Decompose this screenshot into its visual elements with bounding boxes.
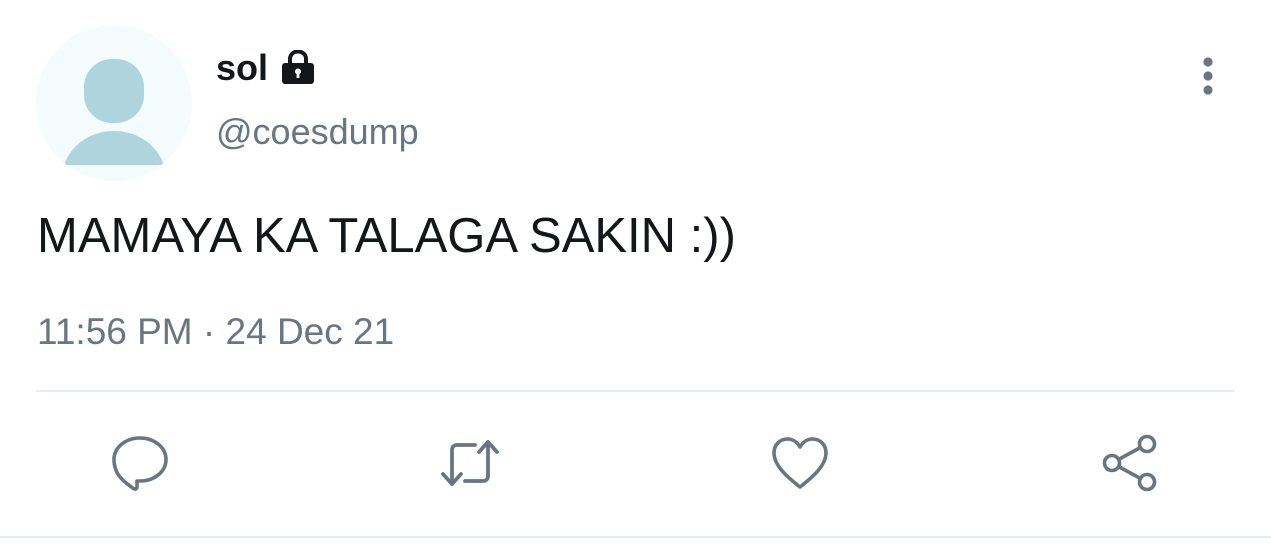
share-icon (1102, 434, 1157, 492)
user-name-row[interactable]: sol (216, 46, 318, 90)
share-button[interactable] (1099, 432, 1161, 494)
retweet-button[interactable] (439, 432, 501, 494)
user-handle[interactable]: @coesdump (216, 111, 419, 153)
reply-button[interactable] (109, 432, 171, 494)
tweet-text: MAMAYA KA TALAGA SAKIN :)) (37, 209, 736, 263)
default-avatar-icon (36, 25, 192, 181)
tweet-time: 11:56 PM (37, 311, 193, 352)
display-name[interactable]: sol (216, 47, 268, 89)
avatar[interactable] (36, 25, 192, 181)
tweet-timestamp[interactable]: 11:56 PM · 24 Dec 21 (37, 311, 394, 353)
reply-icon (112, 436, 168, 491)
retweet-icon (441, 440, 499, 486)
bottom-divider (0, 536, 1271, 538)
heart-icon (772, 437, 828, 489)
like-button[interactable] (769, 432, 831, 494)
more-vertical-icon (1203, 57, 1213, 95)
tweet-date: 24 Dec 21 (225, 311, 395, 352)
tweet-card: sol @coesdump MAMAYA KA TALAGA SAKIN :))… (0, 0, 1271, 555)
divider (36, 390, 1235, 392)
timestamp-separator: · (202, 311, 216, 352)
more-options-button[interactable] (1190, 54, 1226, 98)
lock-icon (278, 50, 318, 86)
